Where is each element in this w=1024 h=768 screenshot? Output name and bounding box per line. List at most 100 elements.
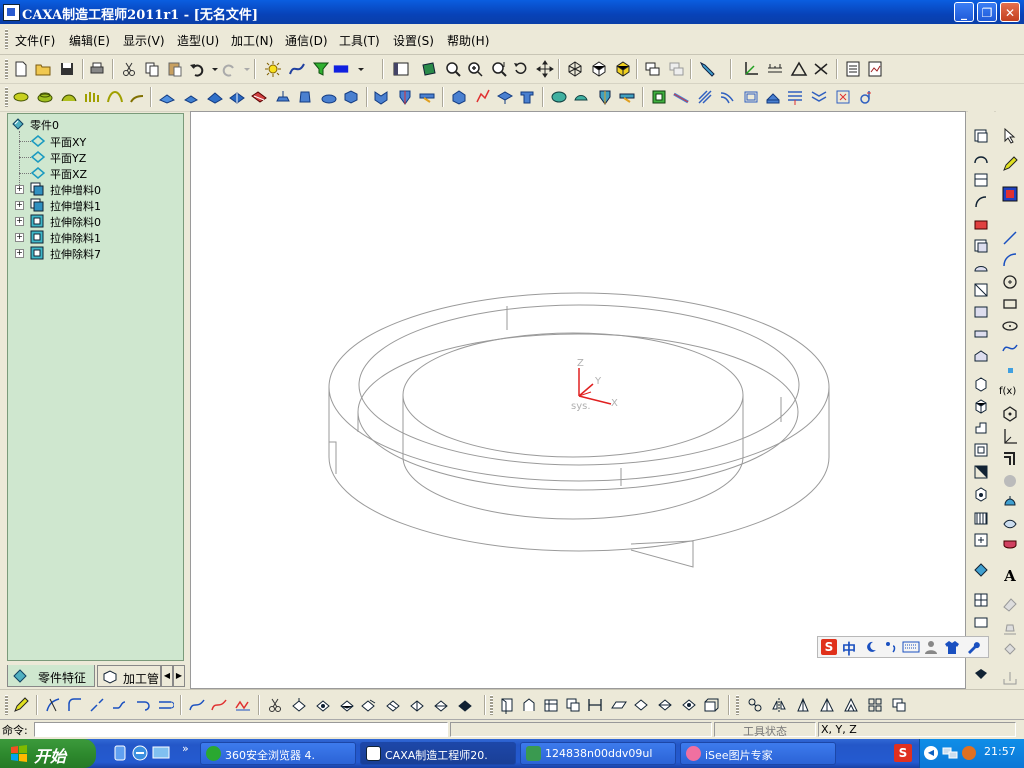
machining-22-icon[interactable] [672,88,690,106]
bucket-tool-icon[interactable] [1001,641,1019,659]
measure-icon[interactable] [766,60,784,78]
arc-tool-icon[interactable] [1001,251,1019,269]
circle-tool-icon[interactable] [1001,273,1019,291]
machining-16-icon[interactable] [518,88,536,106]
right-tool-7-icon[interactable] [972,259,990,277]
surface-5-icon[interactable] [106,88,124,106]
menu-view[interactable]: 显示(V) [123,32,165,49]
color-swatch-icon[interactable] [332,60,352,78]
right-tool-20-icon[interactable] [972,561,990,579]
machining-20-icon[interactable] [618,88,636,106]
machining-4-icon[interactable] [228,88,246,106]
expand-toggle[interactable]: + [15,201,24,210]
tray-expand-button[interactable]: ◀ [924,746,938,760]
expand-toggle[interactable]: + [15,233,24,242]
rotate-view-icon[interactable] [512,60,530,78]
drawing-canvas[interactable]: Z Y X sys. [190,111,966,689]
draft-tool-icon[interactable] [842,696,860,714]
machining-8-icon[interactable] [320,88,338,106]
feature-tree[interactable]: 零件0 平面XY 平面YZ 平面XZ + 拉伸增料0 + 拉伸增料1 + 拉伸除… [7,113,184,661]
tree-feature-extrude-cut-7[interactable]: + 拉伸除料7 [8,245,178,261]
moon-icon[interactable] [864,640,878,654]
surface-tool-4-icon[interactable] [564,696,582,714]
task-isee[interactable]: iSee图片专家 [680,742,836,765]
wireframe-icon[interactable] [566,60,584,78]
right-tool-4-icon[interactable] [972,193,990,211]
expand-toggle[interactable]: + [15,217,24,226]
bottom-toolbar-grip-3[interactable] [736,695,739,715]
transform-6-icon[interactable] [408,696,426,714]
surface-tool-5-icon[interactable] [586,696,604,714]
surface-4-icon[interactable] [84,88,102,106]
surface-tool-2-icon[interactable] [520,696,538,714]
right-tool-23-icon[interactable] [972,665,990,683]
machining-6-icon[interactable] [274,88,292,106]
surface-1-icon[interactable] [12,88,30,106]
bottom-scissor-icon[interactable] [266,696,284,714]
join-curve-icon[interactable] [110,696,128,714]
ime-mode-toggle[interactable]: 中 [842,639,856,659]
line-tool-icon[interactable] [1001,229,1019,247]
transform-3-icon[interactable] [338,696,356,714]
spline-tool-icon[interactable] [1001,339,1019,357]
right-tool-14-icon[interactable] [972,419,990,437]
right-tool-19-icon[interactable] [972,531,990,549]
right-tool-5-icon[interactable] [972,215,990,233]
trim-curve-icon[interactable] [44,696,62,714]
menubar-grip[interactable] [5,29,8,49]
surface-tool-9-icon[interactable] [680,696,698,714]
surface-tool-6-icon[interactable] [610,696,628,714]
color-dropdown-icon[interactable] [352,60,364,78]
start-button[interactable]: 开始 [0,739,96,768]
sketch-pen-icon[interactable] [1001,155,1019,173]
open-folder-icon[interactable] [34,60,52,78]
expand-toggle[interactable]: + [15,185,24,194]
machining-29-icon[interactable] [834,88,852,106]
zoom-dynamic-icon[interactable] [490,60,508,78]
copy-icon[interactable] [143,60,161,78]
quick-launch-browser-icon[interactable] [132,745,148,761]
point-tool-icon[interactable] [1001,361,1019,379]
report-icon[interactable] [866,60,884,78]
tree-plane-xz[interactable]: 平面XZ [8,165,178,181]
quick-launch-more[interactable]: » [182,742,189,755]
right-tool-2-icon[interactable] [972,149,990,167]
undo-dropdown-icon[interactable] [206,60,218,78]
tree-plane-xy[interactable]: 平面XY [8,133,178,149]
surface-tool-3-icon[interactable] [542,696,560,714]
zoom-icon[interactable] [444,60,462,78]
sketch-frame-icon[interactable] [1001,185,1019,203]
app-icon[interactable] [3,4,20,21]
bottom-toolbar-grip-2[interactable] [490,695,493,715]
blob-tool-icon[interactable] [1001,471,1019,489]
tree-feature-extrude-cut-1[interactable]: + 拉伸除料1 [8,229,178,245]
menu-edit[interactable]: 编辑(E) [69,32,110,49]
new-file-icon[interactable] [12,60,30,78]
user-icon[interactable] [924,640,938,654]
menu-help[interactable]: 帮助(H) [447,32,489,49]
settings-wrench-icon[interactable] [966,640,980,654]
tool-icon[interactable] [698,60,716,78]
light-icon[interactable] [264,60,282,78]
tray-app-icon[interactable] [962,746,976,760]
right-tool-8-icon[interactable] [972,281,990,299]
curve-fit-icon[interactable] [288,60,306,78]
menu-file[interactable]: 文件(F) [15,32,55,49]
transform-5-icon[interactable] [384,696,402,714]
sogou-tray-icon[interactable]: S [894,744,912,762]
minimize-button[interactable]: _ [954,2,974,22]
zoom-in-icon[interactable] [466,60,484,78]
offset-tool-icon[interactable] [1001,449,1019,467]
boolean-tool-icon[interactable] [890,696,908,714]
select-pointer-icon[interactable] [1001,127,1019,145]
print-icon[interactable] [88,60,106,78]
task-caxa[interactable]: CAXA制造工程师20. [360,742,516,765]
menu-machining[interactable]: 加工(N) [231,32,273,49]
undo-icon[interactable] [188,60,206,78]
machining-27-icon[interactable] [786,88,804,106]
network-icon[interactable] [942,746,958,760]
machining-1-icon[interactable] [158,88,176,106]
surface-tool-10-icon[interactable] [702,696,720,714]
surface-tool-7-icon[interactable] [632,696,650,714]
close-button[interactable]: ✕ [1000,2,1020,22]
